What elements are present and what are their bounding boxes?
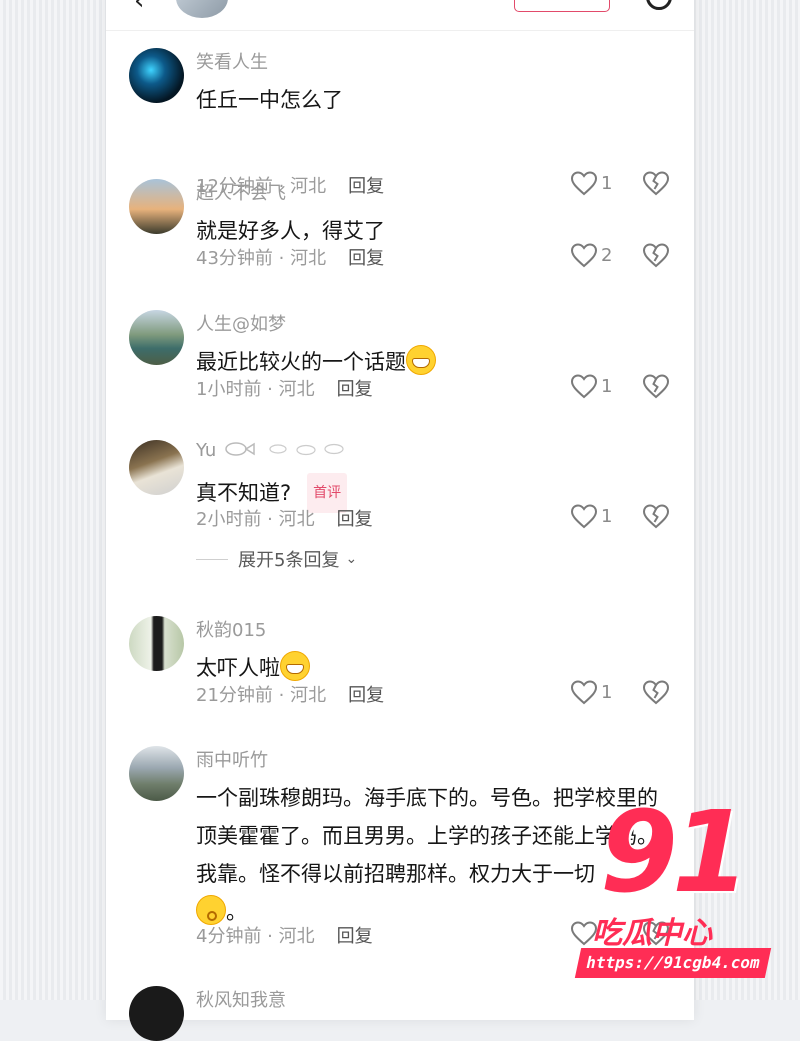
heart-icon [570, 171, 598, 196]
heart-icon [570, 504, 598, 529]
comment-username[interactable]: 秋风知我意 [196, 986, 286, 1012]
comment-username[interactable]: 秋韵015 [196, 616, 266, 642]
broken-heart-icon [642, 171, 670, 196]
like-count: 1 [601, 172, 613, 194]
comment-location: 河北 [278, 379, 315, 400]
comment-location: 河北 [290, 248, 327, 269]
reply-button[interactable]: 回复 [337, 926, 373, 947]
follow-button[interactable] [514, 0, 610, 12]
kissing-face-icon [196, 895, 226, 925]
comment-text-body: 真不知道? [196, 481, 292, 505]
avatar[interactable] [129, 440, 184, 495]
dislike-button[interactable] [642, 373, 670, 403]
comment-meta: 21分钟前 · 河北 回复 [196, 685, 385, 706]
search-icon[interactable] [646, 0, 672, 10]
comment-location: 河北 [278, 509, 315, 530]
comment-time: 4分钟前 [196, 926, 262, 947]
comment-username[interactable]: 笑看人生 [196, 48, 268, 74]
comment-username[interactable]: 雨中听竹 [196, 746, 268, 772]
like-button[interactable]: 1 [570, 679, 612, 705]
like-count: 1 [601, 681, 613, 703]
comment-meta: 2小时前 · 河北 回复 [196, 509, 373, 530]
dislike-button[interactable] [642, 503, 670, 533]
expand-replies-label: 展开5条回复 [238, 550, 340, 571]
grinning-face-icon [280, 651, 310, 681]
divider [196, 558, 228, 560]
comment-location: 河北 [290, 176, 327, 197]
comment-location: 河北 [278, 926, 315, 947]
avatar[interactable] [129, 746, 184, 801]
like-button[interactable]: 1 [570, 503, 612, 529]
broken-heart-icon [642, 374, 670, 399]
reply-button[interactable]: 回复 [348, 685, 384, 706]
reply-button[interactable]: 回复 [348, 176, 384, 197]
comment-username[interactable]: Yu [196, 440, 352, 461]
comment-time: 2小时前 [196, 509, 262, 530]
watermark-name: 吃瓜中心 [592, 916, 712, 951]
comment-meta: 4分钟前 · 河北 回复 [196, 926, 373, 947]
comment-meta: 43分钟前 · 河北 回复 [196, 248, 385, 269]
chevron-down-icon: ⌄ [345, 551, 358, 567]
heart-icon [570, 374, 598, 399]
heart-icon [570, 243, 598, 268]
comment-username[interactable]: 人生@如梦 [196, 310, 286, 336]
comment-username[interactable]: 超人不会飞 [196, 179, 286, 205]
reply-button[interactable]: 回复 [348, 248, 384, 269]
username-text: Yu [196, 440, 217, 461]
comment-text: 任丘一中怎么了 [196, 88, 343, 112]
avatar[interactable] [129, 986, 184, 1041]
broken-heart-icon [642, 243, 670, 268]
grinning-face-icon [406, 345, 436, 375]
watermark-number: 91 [600, 788, 750, 918]
chevron-left-icon[interactable]: ‹ [134, 0, 144, 16]
comment-meta: 1小时前 · 河北 回复 [196, 379, 373, 400]
broken-heart-icon [642, 504, 670, 529]
broken-heart-icon [642, 680, 670, 705]
like-button[interactable]: 2 [570, 242, 612, 268]
comment-time: 1小时前 [196, 379, 262, 400]
watermark-logo: 91 吃瓜中心 https://91cgb4.com [574, 788, 774, 986]
comment-location: 河北 [290, 685, 327, 706]
like-button[interactable]: 1 [570, 170, 612, 196]
comment-text-body: 最近比较火的一个话题 [196, 350, 406, 374]
author-avatar[interactable] [176, 0, 228, 18]
comment-text-body: 太吓人啦 [196, 656, 280, 680]
avatar[interactable] [129, 310, 184, 365]
comment-text-tail: 。 [226, 900, 247, 924]
top-bar: ‹ [106, 0, 694, 31]
comment-time: 43分钟前 [196, 248, 273, 269]
reply-button[interactable]: 回复 [337, 379, 373, 400]
watermark-url: https://91cgb4.com [574, 948, 772, 978]
like-count: 1 [601, 375, 613, 397]
like-count: 2 [601, 244, 613, 266]
dislike-button[interactable] [642, 679, 670, 709]
avatar[interactable] [129, 48, 184, 103]
comment-time: 21分钟前 [196, 685, 273, 706]
expand-replies-button[interactable]: 展开5条回复 ⌄ [196, 546, 357, 572]
fish-decoration-icon [225, 442, 344, 456]
like-count: 1 [601, 505, 613, 527]
avatar[interactable] [129, 179, 184, 234]
reply-button[interactable]: 回复 [337, 509, 373, 530]
dislike-button[interactable] [642, 242, 670, 272]
dislike-button[interactable] [642, 170, 670, 200]
like-button[interactable]: 1 [570, 373, 612, 399]
avatar[interactable] [129, 616, 184, 671]
heart-icon [570, 680, 598, 705]
